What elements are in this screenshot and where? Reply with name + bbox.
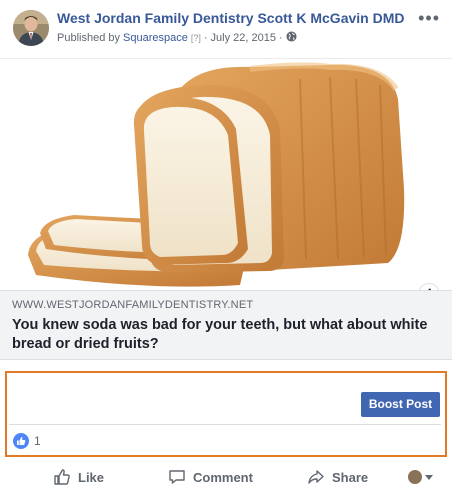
link-domain: WWW.WESTJORDANFAMILYDENTISTRY.NET	[12, 299, 254, 311]
share-button[interactable]: Share	[307, 468, 368, 486]
page-name-link[interactable]: West Jordan Family Dentistry Scott K McG…	[57, 10, 404, 26]
comment-icon	[169, 470, 185, 484]
post-meta: Published by Squarespace [?] · July 22, …	[57, 31, 297, 45]
divider	[9, 424, 441, 425]
avatar-image	[13, 10, 49, 46]
boost-post-button[interactable]: Boost Post	[361, 392, 440, 417]
profile-selector[interactable]	[408, 470, 433, 484]
publisher-link[interactable]: Squarespace	[123, 32, 188, 44]
page-avatar[interactable]	[13, 10, 49, 46]
post-card: West Jordan Family Dentistry Scott K McG…	[0, 0, 452, 496]
post-header: West Jordan Family Dentistry Scott K McG…	[0, 0, 452, 58]
comment-label: Comment	[193, 469, 253, 485]
share-label: Share	[332, 469, 369, 485]
thumbs-up-icon	[54, 469, 70, 485]
reactions-summary[interactable]: 1	[13, 433, 41, 449]
bread-image	[28, 62, 405, 287]
meta-separator-2: ·	[278, 32, 283, 44]
post-image[interactable]	[0, 58, 452, 291]
more-options-icon[interactable]: •••	[418, 8, 440, 29]
globe-icon[interactable]	[286, 31, 297, 45]
like-reaction-icon	[13, 433, 29, 449]
link-headline[interactable]: You knew soda was bad for your teeth, bu…	[12, 316, 432, 354]
reaction-count: 1	[34, 434, 41, 448]
chevron-down-icon	[425, 474, 433, 480]
link-preview[interactable]: WWW.WESTJORDANFAMILYDENTISTRY.NET You kn…	[0, 290, 452, 360]
comment-button[interactable]: Comment	[168, 468, 253, 486]
like-button[interactable]: Like	[53, 468, 104, 486]
like-label: Like	[78, 469, 105, 485]
action-bar: Like Comment Share	[0, 462, 452, 494]
help-marker[interactable]: [?]	[191, 33, 201, 43]
post-date[interactable]: July 22, 2015	[211, 32, 276, 44]
profile-avatar-icon	[408, 470, 422, 484]
meta-separator: ·	[203, 32, 208, 44]
published-by-label: Published by	[57, 32, 120, 44]
share-icon	[308, 470, 324, 484]
